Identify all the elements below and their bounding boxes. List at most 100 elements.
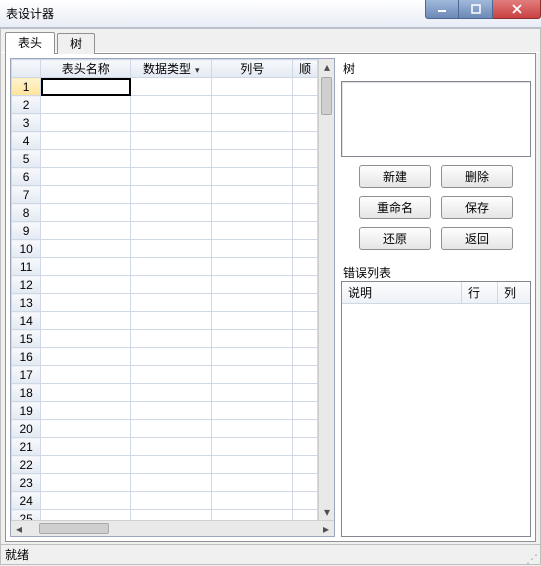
scroll-down-icon[interactable]: ▾ (319, 504, 335, 520)
error-col-row[interactable]: 行 (462, 282, 498, 303)
grid-cell[interactable] (293, 492, 318, 510)
row-header[interactable]: 15 (12, 330, 41, 348)
grid-cell[interactable] (41, 114, 131, 132)
grid-cell[interactable] (212, 330, 293, 348)
row-header[interactable]: 10 (12, 240, 41, 258)
grid-cell[interactable] (293, 456, 318, 474)
scroll-thumb-h[interactable] (39, 523, 109, 534)
grid-cell[interactable] (41, 186, 131, 204)
grid-cell[interactable] (131, 492, 212, 510)
grid-cell[interactable] (212, 294, 293, 312)
grid-cell[interactable] (212, 510, 293, 521)
grid-cell[interactable] (131, 366, 212, 384)
grid-cell[interactable] (212, 222, 293, 240)
grid-cell[interactable] (293, 96, 318, 114)
grid-cell[interactable] (41, 438, 131, 456)
grid-cell[interactable] (131, 384, 212, 402)
grid-cell[interactable] (41, 276, 131, 294)
grid-cell[interactable] (131, 132, 212, 150)
grid-cell[interactable] (293, 402, 318, 420)
table-row[interactable]: 10 (12, 240, 318, 258)
grid-cell[interactable] (131, 258, 212, 276)
row-header[interactable]: 7 (12, 186, 41, 204)
grid-cell[interactable] (293, 420, 318, 438)
grid-cell[interactable] (131, 420, 212, 438)
table-row[interactable]: 21 (12, 438, 318, 456)
row-header[interactable]: 4 (12, 132, 41, 150)
scroll-thumb-v[interactable] (321, 77, 332, 115)
grid-cell[interactable] (212, 168, 293, 186)
grid-viewport[interactable]: 表头名称 数据类型 列号 顺 1234567891011121314151617… (11, 59, 318, 520)
resize-grip-icon[interactable]: ⋰ (526, 554, 536, 564)
restore-button[interactable]: 还原 (359, 227, 431, 250)
grid-cell[interactable] (41, 222, 131, 240)
grid-header-corner[interactable] (12, 60, 41, 78)
grid-cell[interactable] (131, 438, 212, 456)
grid-header-last[interactable]: 顺 (293, 60, 318, 78)
grid-cell[interactable] (293, 222, 318, 240)
grid-cell[interactable] (131, 294, 212, 312)
grid-cell[interactable] (41, 366, 131, 384)
grid-cell[interactable] (131, 204, 212, 222)
grid-cell[interactable] (212, 492, 293, 510)
row-header[interactable]: 12 (12, 276, 41, 294)
grid-cell[interactable] (41, 78, 131, 96)
grid-header-colno[interactable]: 列号 (212, 60, 293, 78)
grid-cell[interactable] (293, 438, 318, 456)
table-row[interactable]: 24 (12, 492, 318, 510)
grid-cell[interactable] (293, 240, 318, 258)
table-row[interactable]: 23 (12, 474, 318, 492)
grid-cell[interactable] (212, 186, 293, 204)
grid-cell[interactable] (131, 276, 212, 294)
grid-cell[interactable] (293, 78, 318, 96)
row-header[interactable]: 17 (12, 366, 41, 384)
table-row[interactable]: 20 (12, 420, 318, 438)
grid-cell[interactable] (131, 222, 212, 240)
grid-cell[interactable] (212, 114, 293, 132)
error-col-desc[interactable]: 说明 (342, 282, 462, 303)
grid-cell[interactable] (293, 150, 318, 168)
tab-tree[interactable]: 树 (57, 33, 95, 54)
grid-cell[interactable] (131, 96, 212, 114)
grid-cell[interactable] (212, 348, 293, 366)
table-row[interactable]: 12 (12, 276, 318, 294)
back-button[interactable]: 返回 (441, 227, 513, 250)
grid-cell[interactable] (131, 150, 212, 168)
grid-cell[interactable] (212, 438, 293, 456)
row-header[interactable]: 6 (12, 168, 41, 186)
row-header[interactable]: 14 (12, 312, 41, 330)
grid-cell[interactable] (41, 402, 131, 420)
grid-header-name[interactable]: 表头名称 (41, 60, 131, 78)
grid-cell[interactable] (41, 168, 131, 186)
grid-cell[interactable] (212, 456, 293, 474)
table-row[interactable]: 19 (12, 402, 318, 420)
grid-cell[interactable] (131, 402, 212, 420)
grid-cell[interactable] (41, 474, 131, 492)
grid-cell[interactable] (41, 258, 131, 276)
grid-cell[interactable] (293, 168, 318, 186)
row-header[interactable]: 16 (12, 348, 41, 366)
table-row[interactable]: 2 (12, 96, 318, 114)
row-header[interactable]: 23 (12, 474, 41, 492)
rename-button[interactable]: 重命名 (359, 196, 431, 219)
table-row[interactable]: 14 (12, 312, 318, 330)
grid-cell[interactable] (131, 114, 212, 132)
grid-scrollbar-horizontal[interactable]: ◂ ▸ (11, 520, 334, 536)
table-row[interactable]: 1 (12, 78, 318, 96)
grid-cell[interactable] (41, 294, 131, 312)
tab-header[interactable]: 表头 (5, 32, 55, 54)
grid-cell[interactable] (293, 114, 318, 132)
grid-cell[interactable] (293, 312, 318, 330)
row-header[interactable]: 11 (12, 258, 41, 276)
tree-listbox[interactable] (341, 81, 531, 157)
table-row[interactable]: 22 (12, 456, 318, 474)
grid-cell[interactable] (212, 366, 293, 384)
row-header[interactable]: 13 (12, 294, 41, 312)
row-header[interactable]: 2 (12, 96, 41, 114)
table-row[interactable]: 18 (12, 384, 318, 402)
row-header[interactable]: 9 (12, 222, 41, 240)
row-header[interactable]: 20 (12, 420, 41, 438)
row-header[interactable]: 19 (12, 402, 41, 420)
row-header[interactable]: 8 (12, 204, 41, 222)
grid-cell[interactable] (41, 96, 131, 114)
